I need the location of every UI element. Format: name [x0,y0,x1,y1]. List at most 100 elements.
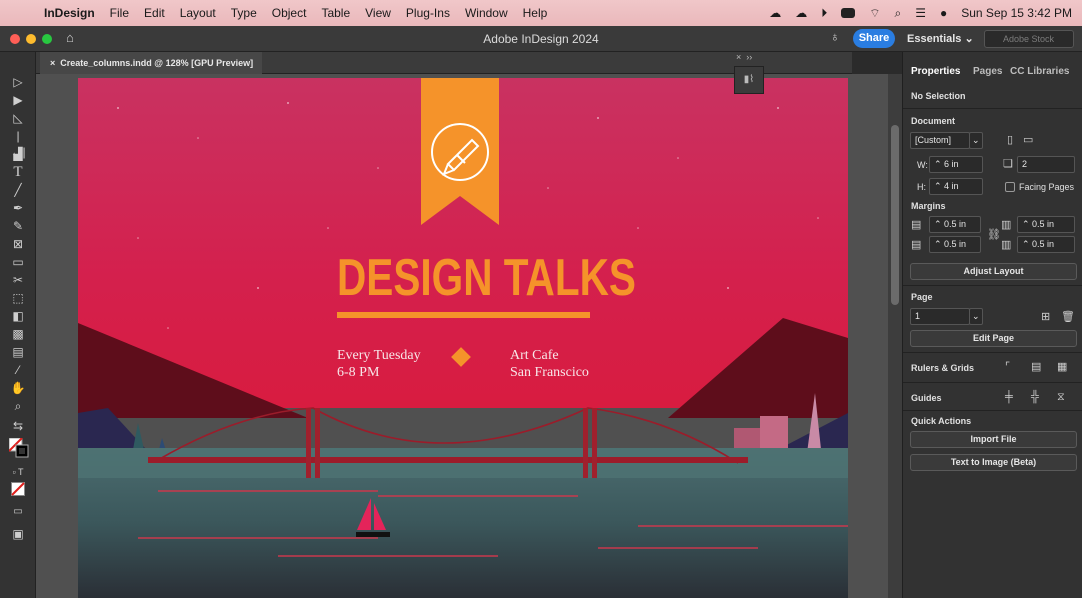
document-heading: Document [911,116,956,126]
menu-bar: InDesign File Edit Layout Type Object Ta… [0,0,1082,26]
menu-file[interactable]: File [110,6,129,20]
margin-left-icon: ▥ [1001,219,1012,231]
fill-stroke-swatch-icon[interactable] [8,437,29,458]
document-tab[interactable]: × Create_columns.indd @ 128% [GPU Previe… [40,52,262,74]
creative-cloud-icon[interactable]: ☁ [769,6,781,20]
delete-page-icon[interactable]: 🗑 [1061,310,1075,324]
apply-none-icon[interactable] [9,482,27,498]
preset-value: [Custom] [915,135,952,145]
gap-tool-icon[interactable]: |↔| [9,128,27,159]
chevron-down-icon: ⌄ [964,33,974,45]
siri-icon[interactable]: ● [940,6,947,20]
page-select[interactable]: 1 [910,308,970,325]
add-page-icon[interactable]: ⊞ [1041,310,1050,324]
adjust-layout-button[interactable]: Adjust Layout [910,263,1077,280]
lightbulb-icon[interactable]: ♁ [830,29,840,44]
menu-clock[interactable]: Sun Sep 15 3:42 PM [961,6,1072,20]
battery-icon[interactable] [841,8,856,18]
facing-pages-label: Facing Pages [1019,182,1075,192]
height-field[interactable]: ⌃ 4 in [929,178,983,195]
workspace-switcher[interactable]: Essentials ⌄ [907,32,974,45]
guides-icon[interactable]: ╪ [1005,390,1013,404]
document-preset-select[interactable]: [Custom] [910,132,970,149]
landscape-orientation-icon[interactable]: ▭ [1023,133,1033,147]
play-icon[interactable]: ⏵ [821,6,827,21]
menu-window[interactable]: Window [465,6,508,20]
document-tab-label: Create_columns.indd @ 128% [GPU Preview] [60,58,254,68]
screen-mode-icon[interactable]: ▭ [9,504,27,520]
margin-left-field[interactable]: ⌃ 0.5 in [1017,216,1075,233]
margin-top-field[interactable]: ⌃ 0.5 in [929,216,981,233]
menu-type[interactable]: Type [231,6,257,20]
link-margins-icon[interactable]: ⛓ [987,228,1001,242]
mini-panel-header[interactable]: × ›› [736,52,752,62]
tools-panel: ▷ ▶ ◺ |↔| ▟ T ╱ ✒ ✎ ⊠ ▭ ✂ ⬚ ◧ ▩ ▤ ⁄ ✋ ⌕ … [0,52,36,598]
pencil-tool-icon[interactable]: ✎ [9,218,27,234]
tab-cc-libraries[interactable]: CC Libraries [1010,66,1069,77]
menu-app-name[interactable]: InDesign [44,6,95,20]
menu-help[interactable]: Help [523,6,548,20]
width-label: W: [917,160,928,170]
formatting-affects-container-icon[interactable]: ▫ T [9,464,27,480]
scrollbar-thumb[interactable] [891,125,899,305]
menu-table[interactable]: Table [321,6,350,20]
facing-pages-checkbox[interactable] [1005,182,1015,192]
control-center-icon[interactable]: ☰ [915,6,926,20]
menu-plugins[interactable]: Plug-Ins [406,6,450,20]
baseline-grid-icon[interactable]: ▤ [1031,360,1041,374]
menu-view[interactable]: View [365,6,391,20]
floating-panel-button[interactable]: ▮⌇ [734,66,764,94]
line-tool-icon[interactable]: ╱ [9,182,27,198]
tab-pages[interactable]: Pages [973,66,1002,77]
chevron-down-icon[interactable]: ⌄ [969,132,983,149]
share-button[interactable]: Share [853,29,895,48]
preview-mode-icon[interactable]: ▣ [9,526,27,542]
eyedropper-tool-icon[interactable]: ⁄ [9,362,27,378]
free-transform-tool-icon[interactable]: ⬚ [9,290,27,306]
edit-page-button[interactable]: Edit Page [910,330,1077,347]
rulers-icon[interactable]: ⌜ [1005,360,1010,374]
selection-tool-icon[interactable]: ▷ [9,74,27,90]
default-fill-stroke-icon[interactable]: ⇆ [9,418,27,434]
rectangle-frame-tool-icon[interactable]: ⊠ [9,236,27,252]
lock-guides-icon[interactable]: ⧖ [1057,390,1065,404]
text-to-image-button[interactable]: Text to Image (Beta) [910,454,1077,471]
document-grid-icon[interactable]: ▦ [1057,360,1067,374]
number-of-pages-field[interactable]: 2 [1017,156,1075,173]
margin-right-value: 0.5 in [1032,239,1055,249]
smart-guides-icon[interactable]: ╬ [1031,390,1039,404]
menu-edit[interactable]: Edit [144,6,165,20]
poster-page[interactable]: DESIGN TALKS Every Tuesday 6-8 PM Art Ca… [78,78,848,598]
pages-value: 2 [1022,159,1028,169]
zoom-tool-icon[interactable]: ⌕ [9,398,27,414]
close-tab-icon[interactable]: × [50,58,55,68]
width-field[interactable]: ⌃ 6 in [929,156,983,173]
rulers-grids-heading: Rulers & Grids [911,363,975,373]
adobe-stock-search[interactable]: Adobe Stock [984,30,1074,48]
scissors-tool-icon[interactable]: ✂ [9,272,27,288]
margin-top-icon: ▤ [911,219,922,231]
wifi-icon[interactable]: ⌔ [869,6,880,21]
tab-properties[interactable]: Properties [911,66,960,77]
chevron-down-icon[interactable]: ⌄ [969,308,983,325]
content-collector-icon[interactable]: ▟ [9,146,27,162]
portrait-orientation-icon[interactable]: ▯ [1007,133,1013,147]
pen-tool-icon[interactable]: ✒ [9,200,27,216]
direct-selection-tool-icon[interactable]: ▶ [9,92,27,108]
margin-bottom-field[interactable]: ⌃ 0.5 in [929,236,981,253]
menu-layout[interactable]: Layout [180,6,216,20]
poster-time: 6-8 PM [337,365,380,380]
gradient-feather-tool-icon[interactable]: ▩ [9,326,27,342]
type-tool-icon[interactable]: T [9,164,27,180]
poster-title: DESIGN TALKS [337,249,636,307]
import-file-button[interactable]: Import File [910,431,1077,448]
gradient-swatch-tool-icon[interactable]: ◧ [9,308,27,324]
cloud-icon[interactable]: ☁ [795,6,807,20]
note-tool-icon[interactable]: ▤ [9,344,27,360]
spotlight-search-icon[interactable]: ⌕ [895,6,902,21]
hand-tool-icon[interactable]: ✋ [9,380,27,396]
margin-right-field[interactable]: ⌃ 0.5 in [1017,236,1075,253]
rectangle-tool-icon[interactable]: ▭ [9,254,27,270]
page-tool-icon[interactable]: ◺ [9,110,27,126]
menu-object[interactable]: Object [272,6,307,20]
